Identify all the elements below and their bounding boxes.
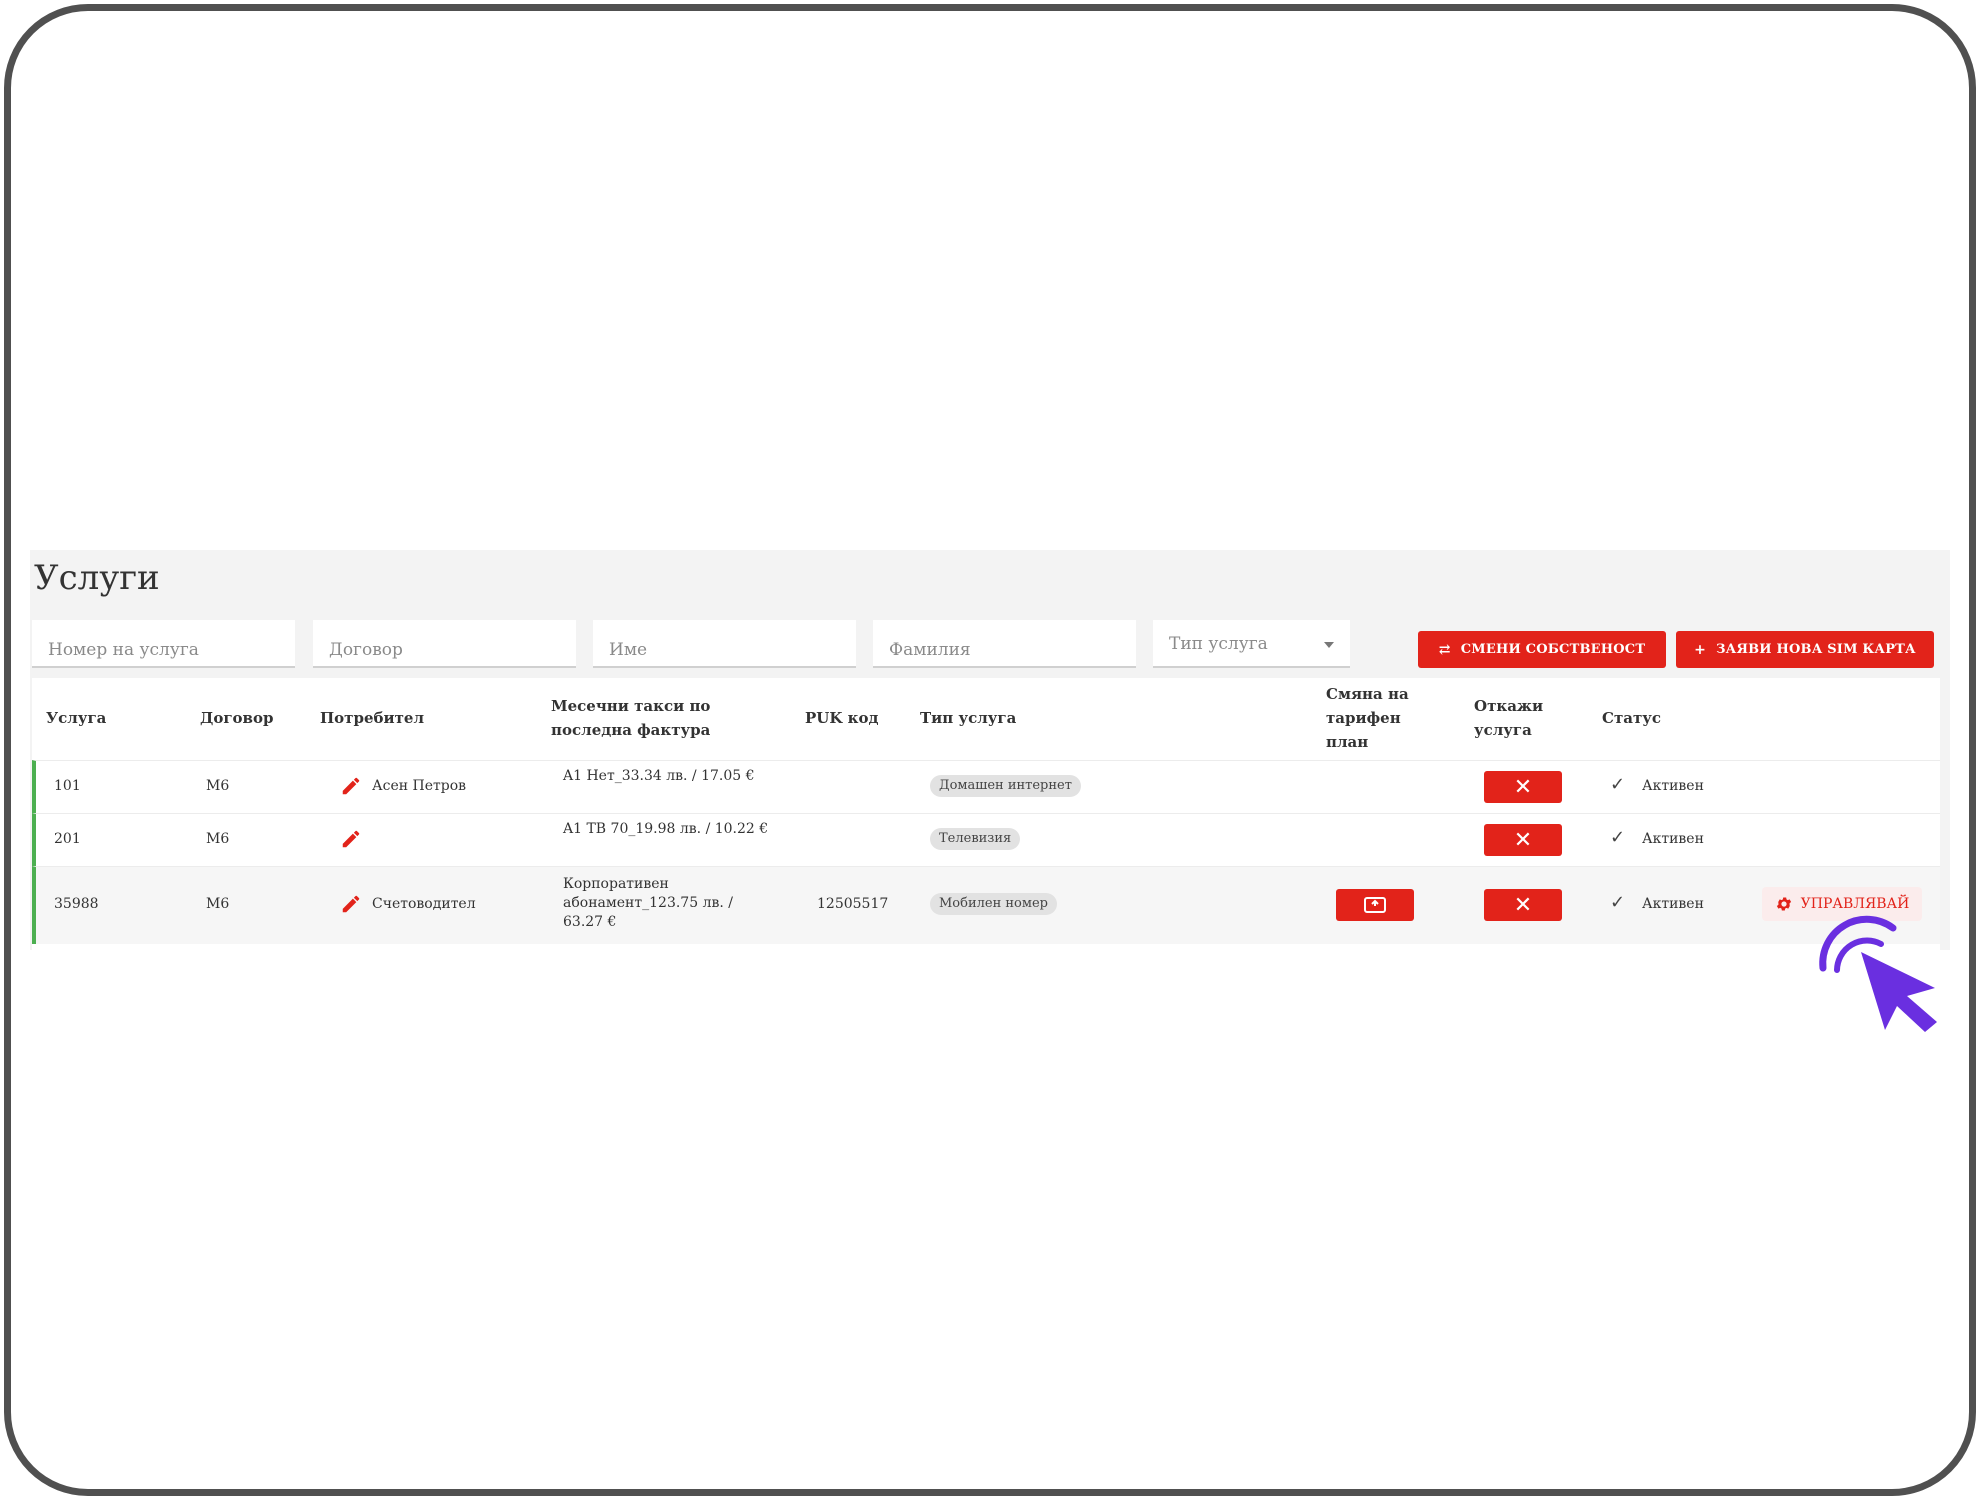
service-type-chip: Телевизия (930, 828, 1021, 850)
pencil-icon[interactable] (340, 893, 362, 915)
check-icon: ✓ (1610, 774, 1626, 795)
service-type-select[interactable]: Тип услуга (1153, 620, 1350, 668)
service-cell: 35988 (54, 896, 99, 912)
header-status: Статус (1602, 709, 1661, 727)
check-icon: ✓ (1610, 827, 1626, 848)
first-name-filter[interactable] (593, 620, 856, 668)
contract-filter[interactable] (313, 620, 576, 668)
header-monthly-fees: Месечни такси по последна фактура (551, 697, 711, 739)
chevron-down-icon (1324, 642, 1334, 648)
plan-change-icon (1364, 897, 1386, 913)
page-title: Услуги (34, 558, 160, 598)
pencil-icon[interactable] (340, 828, 362, 850)
check-icon: ✓ (1610, 892, 1626, 913)
change-plan-button[interactable] (1336, 889, 1414, 921)
contract-cell: M6 (206, 831, 230, 847)
pointer-cursor-icon (1819, 915, 1937, 1032)
change-ownership-label: СМЕНИ СОБСТВЕНОСТ (1460, 642, 1646, 657)
header-service: Услуга (46, 709, 107, 727)
plus-icon: + (1694, 641, 1707, 658)
status-cell: Активен (1642, 896, 1704, 912)
table-row: 201 M6 A1 ТВ 70_19.98 лв. / 10.22 € Теле… (32, 813, 1940, 866)
header-puk: PUK код (805, 709, 879, 727)
pencil-icon[interactable] (340, 775, 362, 797)
gear-icon (1776, 897, 1791, 911)
table-row: 101 M6 Асен Петров A1 Нет_33.34 лв. / 17… (32, 760, 1940, 813)
monthly-fee-cell: A1 ТВ 70_19.98 лв. / 10.22 € (563, 821, 769, 837)
contract-cell: M6 (206, 778, 230, 794)
change-ownership-button[interactable]: ⇄ СМЕНИ СОБСТВЕНОСТ (1418, 631, 1666, 668)
services-table: Услуга Договор Потребител Месечни такси … (32, 678, 1940, 950)
header-change-plan: Смяна на тарифен план (1326, 685, 1409, 751)
header-cancel: Откажи услуга (1474, 697, 1544, 739)
close-icon: ✕ (1513, 774, 1533, 800)
service-number-filter[interactable] (32, 620, 295, 668)
user-cell: Счетоводител (372, 896, 476, 912)
service-type-chip: Мобилен номер (930, 893, 1057, 915)
cancel-service-button[interactable]: ✕ (1484, 889, 1562, 921)
monthly-fee-cell: A1 Нет_33.34 лв. / 17.05 € (563, 768, 755, 784)
cancel-service-button[interactable]: ✕ (1484, 824, 1562, 856)
header-user: Потребител (320, 709, 425, 727)
puk-cell: 12505517 (817, 896, 889, 912)
table-row: 35988 M6 Счетоводител Корпоративен абона… (32, 866, 1940, 944)
contract-cell: M6 (206, 896, 230, 912)
last-name-filter[interactable] (873, 620, 1136, 668)
request-sim-button[interactable]: + ЗАЯВИ НОВА SIM КАРТА (1676, 631, 1934, 668)
service-type-select-label: Тип услуга (1169, 634, 1268, 654)
header-contract: Договор (200, 709, 274, 727)
service-type-chip: Домашен интернет (930, 775, 1081, 797)
request-sim-label: ЗАЯВИ НОВА SIM КАРТА (1716, 642, 1916, 657)
close-icon: ✕ (1513, 827, 1533, 853)
status-cell: Активен (1642, 831, 1704, 847)
header-service-type: Тип услуга (920, 709, 1017, 727)
service-cell: 101 (54, 778, 81, 794)
services-panel: Услуги Тип услуга ⇄ СМЕНИ СОБСТВЕНОСТ + … (30, 550, 1950, 950)
service-cell: 201 (54, 831, 81, 847)
close-icon: ✕ (1513, 892, 1533, 918)
monthly-fee-cell: Корпоративен абонамент_123.75 лв. / 63.2… (563, 876, 733, 930)
swap-icon: ⇄ (1438, 641, 1451, 658)
user-cell: Асен Петров (372, 778, 467, 794)
cancel-service-button[interactable]: ✕ (1484, 771, 1562, 803)
status-cell: Активен (1642, 778, 1704, 794)
